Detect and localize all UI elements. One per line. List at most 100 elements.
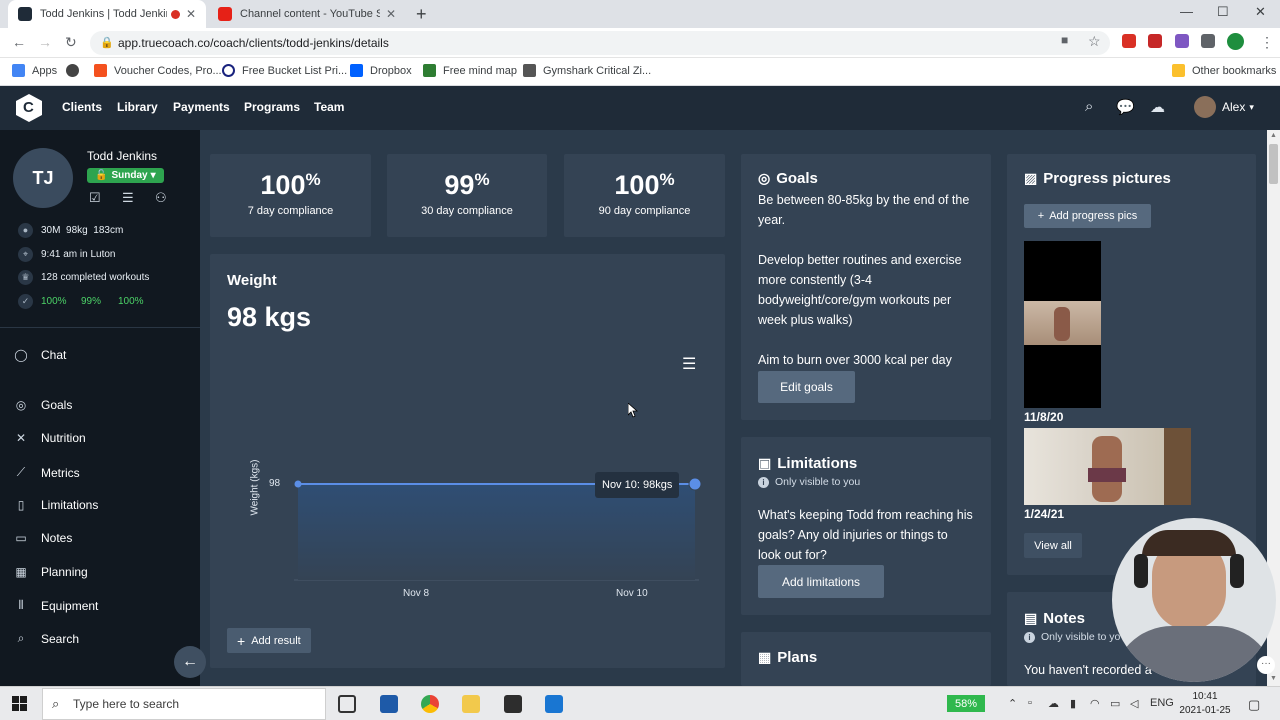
user-name: Alex	[1222, 100, 1246, 114]
person-icon[interactable]: ⚇	[155, 190, 167, 206]
extension-icon[interactable]	[1175, 34, 1189, 48]
windows-start-icon[interactable]	[12, 696, 28, 712]
lock-icon: 🔓	[95, 170, 108, 181]
bookmark-apps[interactable]: Apps	[12, 64, 57, 77]
view-all-button[interactable]: View all	[1024, 533, 1082, 558]
tab-truecoach[interactable]: Todd Jenkins | Todd Jenkins ✕	[8, 0, 206, 28]
circle-icon	[222, 64, 235, 77]
extension-icon[interactable]	[1148, 34, 1162, 48]
progress-title: ▨ Progress pictures	[1024, 170, 1171, 187]
bookmark-item[interactable]: Free Bucket List Pri...	[222, 64, 347, 77]
cloud-icon[interactable]: ☁	[1048, 697, 1059, 710]
add-limitations-button[interactable]: Add limitations	[758, 565, 884, 598]
sidebar-item-search[interactable]: ⌕ Search	[14, 631, 79, 646]
kebab-menu-icon[interactable]: ⋮	[1260, 34, 1274, 51]
new-tab-icon[interactable]: +	[416, 4, 427, 25]
taskbar-clock[interactable]: 10:41 2021-01-25	[1170, 690, 1240, 718]
data-point[interactable]	[688, 477, 702, 491]
plans-card: ▦ Plans	[741, 632, 991, 686]
close-tab-icon[interactable]: ✕	[386, 7, 396, 21]
task-view-icon[interactable]	[338, 695, 356, 713]
sidebar-item-limitations[interactable]: ▯ Limitations	[14, 498, 99, 512]
sidebar-item-nutrition[interactable]: ✕ Nutrition	[14, 431, 86, 445]
bookmark-item[interactable]: Voucher Codes, Pro...	[94, 64, 222, 77]
chevron-up-icon[interactable]: ⌃	[1008, 697, 1017, 710]
progress-photo[interactable]	[1024, 241, 1101, 408]
nav-library[interactable]: Library	[117, 100, 158, 114]
chevron-down-icon: ▾	[1249, 101, 1254, 112]
url-bar[interactable]: 🔒 app.truecoach.co/coach/clients/todd-je…	[90, 31, 1110, 55]
day-pill[interactable]: 🔓 Sunday ▾	[87, 168, 164, 183]
camera-icon[interactable]: ■	[1061, 33, 1068, 47]
bookmark-star-icon[interactable]: ☆	[1088, 33, 1101, 50]
file-explorer-icon[interactable]	[462, 695, 480, 713]
puzzle-icon[interactable]	[1201, 34, 1215, 48]
target-icon: ◎	[15, 398, 27, 412]
chrome-icon[interactable]	[421, 695, 439, 713]
bookmark-other[interactable]: Other bookmarks	[1172, 64, 1276, 77]
volume-icon[interactable]: ◁	[1130, 697, 1138, 710]
tab-youtube-studio[interactable]: Channel content - YouTube Studio ✕	[208, 0, 406, 28]
headphones-shape	[1134, 554, 1148, 588]
mouse-cursor-icon	[628, 403, 638, 418]
bookmark-item[interactable]: Free mind map	[423, 64, 517, 77]
maximize-icon[interactable]: ☐	[1217, 4, 1229, 20]
mic-icon[interactable]: ▮	[1070, 697, 1076, 710]
extension-icon[interactable]	[1122, 34, 1136, 48]
notifications-icon[interactable]: ▢	[1248, 697, 1260, 713]
nav-programs[interactable]: Programs	[244, 100, 300, 114]
scroll-up-icon[interactable]: ▲	[1270, 132, 1277, 139]
list-icon[interactable]: ☰	[122, 190, 134, 206]
sidebar-item-planning[interactable]: ▦ Planning	[14, 565, 87, 579]
app-icon[interactable]	[380, 695, 398, 713]
data-point[interactable]	[294, 480, 302, 488]
sidebar-item-chat[interactable]: ◯ Chat	[14, 348, 66, 362]
store-icon[interactable]	[504, 695, 522, 713]
calendar-icon: ▦	[758, 649, 772, 665]
add-result-button[interactable]: + Add result	[227, 628, 311, 653]
reload-icon[interactable]: ↻	[65, 34, 77, 51]
edit-goals-button[interactable]: Edit goals	[758, 371, 855, 403]
more-options-icon[interactable]: ···	[1257, 656, 1275, 674]
search-icon: ⌕	[52, 696, 60, 711]
nav-team[interactable]: Team	[314, 100, 344, 114]
photo-date: 1/24/21	[1024, 507, 1065, 521]
bookmark-item[interactable]: Dropbox	[350, 64, 412, 77]
sidebar-item-equipment[interactable]: ⦀ Equipment	[14, 598, 98, 613]
back-icon[interactable]: ←	[12, 34, 26, 50]
close-window-icon[interactable]: ✕	[1255, 4, 1266, 20]
close-tab-icon[interactable]: ✕	[186, 7, 196, 21]
progress-photo[interactable]	[1024, 428, 1191, 505]
url-text: app.truecoach.co/coach/clients/todd-jenk…	[118, 36, 389, 50]
visibility-note: i Only visible to you	[758, 476, 860, 488]
bookmark-item[interactable]: Gymshark Critical Zi...	[523, 64, 651, 77]
nav-payments[interactable]: Payments	[173, 100, 230, 114]
collapse-sidebar-button[interactable]: ←	[174, 646, 206, 678]
profile-avatar[interactable]	[1227, 33, 1244, 50]
battery-indicator[interactable]: 58%	[947, 695, 985, 712]
user-menu[interactable]: Alex ▾	[1194, 96, 1254, 118]
sidebar-item-notes[interactable]: ▭ Notes	[14, 531, 72, 545]
minimize-icon[interactable]: —	[1180, 4, 1193, 19]
chat-icon[interactable]: 💬	[1116, 98, 1135, 116]
tray-icon[interactable]: ▫	[1028, 697, 1032, 709]
add-progress-pics-button[interactable]: + Add progress pics	[1024, 204, 1151, 228]
nav-clients[interactable]: Clients	[62, 100, 102, 114]
truecoach-logo-icon[interactable]: C	[16, 94, 42, 122]
sidebar-item-metrics[interactable]: ⟋ Metrics	[14, 465, 80, 480]
note-icon: ▤	[1024, 610, 1038, 626]
chat-icon: ◯	[14, 348, 28, 362]
cloud-icon[interactable]: ☁	[1150, 98, 1165, 116]
taskbar-search[interactable]: ⌕ Type here to search	[42, 688, 326, 720]
sidebar-item-goals[interactable]: ◎ Goals	[14, 398, 73, 412]
wifi-icon[interactable]: ◠	[1090, 697, 1100, 710]
photo-date: 11/8/20	[1024, 410, 1064, 424]
scrollbar-thumb[interactable]	[1269, 144, 1278, 184]
calendar-icon[interactable]: ☑	[89, 190, 101, 206]
utensils-icon: ✕	[15, 431, 27, 445]
monitor-icon[interactable]: ▭	[1110, 697, 1120, 710]
search-icon[interactable]: ⌕	[1085, 98, 1093, 115]
mail-icon[interactable]	[545, 695, 563, 713]
bookmark-item[interactable]	[66, 64, 86, 77]
forward-icon[interactable]: →	[38, 34, 52, 50]
